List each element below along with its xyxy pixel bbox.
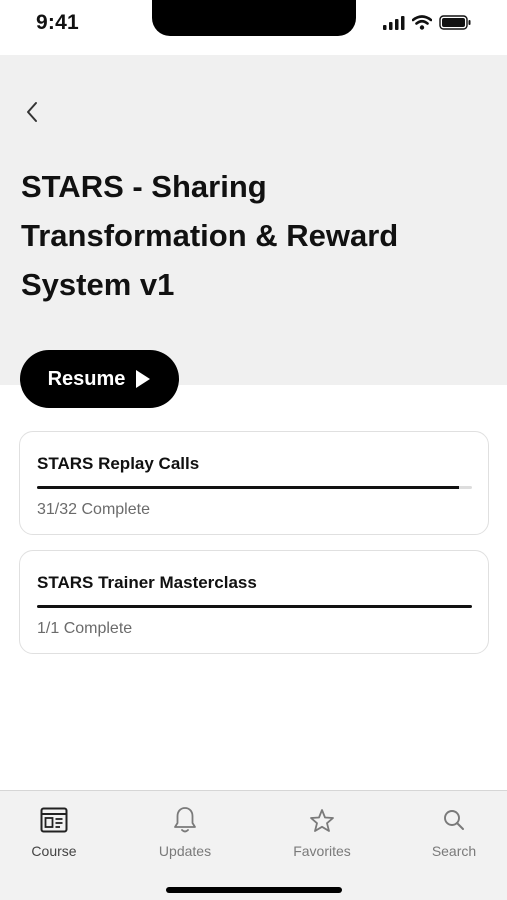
module-progress-fill xyxy=(37,605,472,608)
module-progress-bar xyxy=(37,605,472,608)
module-progress-bar xyxy=(37,486,472,489)
status-time: 9:41 xyxy=(36,11,79,34)
tab-label: Updates xyxy=(158,843,212,859)
status-icons xyxy=(383,15,471,30)
resume-button[interactable]: Resume xyxy=(20,350,179,408)
tab-course[interactable]: Course xyxy=(9,805,99,859)
battery-icon xyxy=(439,15,471,30)
search-icon xyxy=(444,810,464,830)
cellular-signal-icon xyxy=(383,15,405,30)
module-card-replay-calls[interactable]: STARS Replay Calls 31/32 Complete xyxy=(19,431,489,535)
star-icon xyxy=(310,808,334,832)
page-title: STARS - Sharing Transformation & Reward … xyxy=(21,169,399,302)
resume-button-label: Resume xyxy=(47,367,126,390)
module-title: STARS Replay Calls xyxy=(37,454,200,473)
home-indicator xyxy=(166,887,342,893)
tab-favorites[interactable]: Favorites xyxy=(277,805,367,859)
tab-bar: Course Updates Favorites Search xyxy=(0,790,507,900)
tab-updates[interactable]: Updates xyxy=(140,805,230,859)
course-icon xyxy=(40,807,68,833)
tab-search[interactable]: Search xyxy=(409,805,499,859)
tab-label: Search xyxy=(431,843,477,859)
module-status: 1/1 Complete xyxy=(37,620,133,637)
tab-label: Favorites xyxy=(293,843,351,859)
tab-label: Course xyxy=(31,843,77,859)
wifi-icon xyxy=(412,15,432,30)
module-progress-fill xyxy=(37,486,459,489)
device-notch xyxy=(152,0,356,36)
module-card-trainer-masterclass[interactable]: STARS Trainer Masterclass 1/1 Complete xyxy=(19,550,489,654)
chevron-left-icon xyxy=(27,102,37,122)
course-screen: 9:41 STARS - Sharing Transformation & Re… xyxy=(0,0,507,900)
bell-icon xyxy=(174,807,196,833)
back-button[interactable] xyxy=(18,98,46,126)
status-bar: 9:41 xyxy=(0,0,507,55)
module-title: STARS Trainer Masterclass xyxy=(37,573,257,592)
module-status: 31/32 Complete xyxy=(37,501,150,518)
play-icon xyxy=(136,370,151,388)
